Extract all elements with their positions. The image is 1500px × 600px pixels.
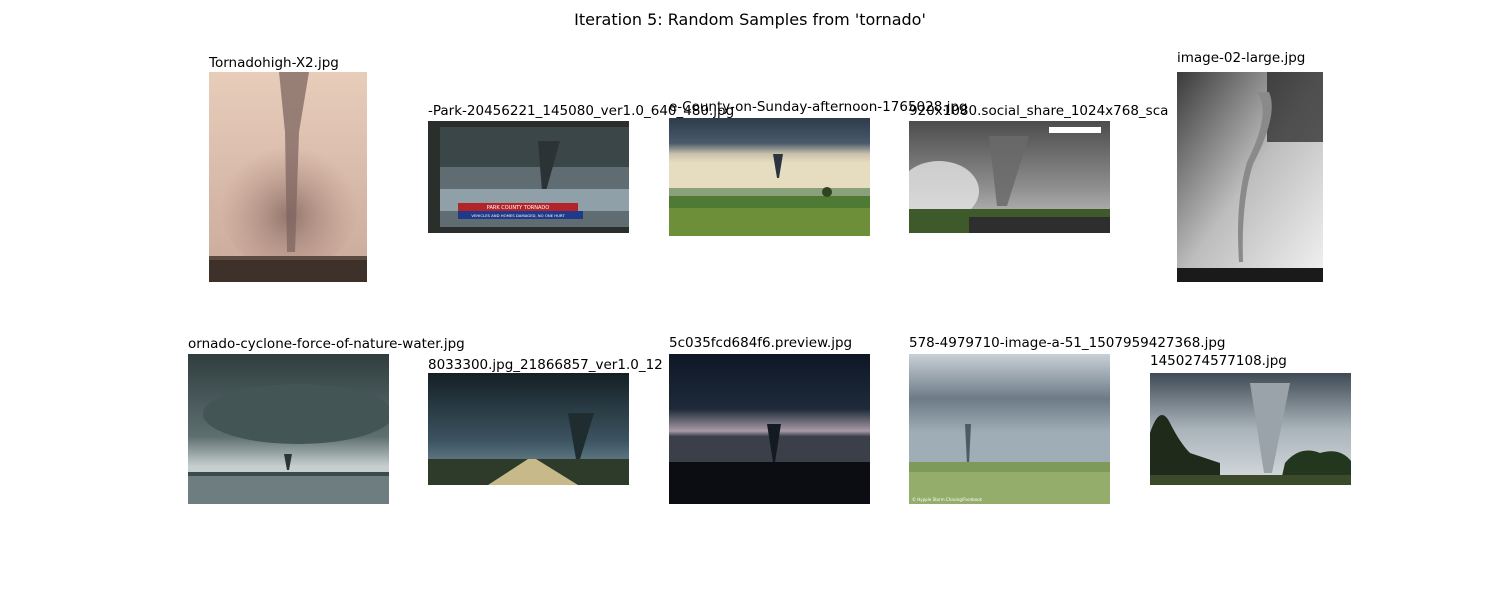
- sample-caption: 5c035fcd684f6.preview.jpg: [669, 335, 853, 351]
- sample-caption: image-02-large.jpg: [1177, 50, 1306, 66]
- tornado-photo: [209, 72, 367, 282]
- sample-caption: 920x1080.social_share_1024x768_sca: [909, 103, 1169, 119]
- sample-caption: 8033300.jpg_21866857_ver1.0_12: [428, 357, 663, 373]
- figure-title: Iteration 5: Random Samples from 'tornad…: [574, 10, 926, 29]
- sample-caption: Tornadohigh-X2.jpg: [209, 55, 339, 71]
- tornado-photo: © Hypple Storm Chasing/Facebook: [909, 354, 1110, 504]
- tornado-photo: [669, 354, 870, 504]
- tornado-photo: [1150, 373, 1351, 485]
- photo-credit-text: © Hypple Storm Chasing/Facebook: [912, 497, 983, 502]
- tornado-photo: PARK COUNTY TORNADO VEHICLES AND HOMES D…: [428, 121, 629, 233]
- sample-caption: 1450274577108.jpg: [1150, 353, 1287, 369]
- sample-caption: ornado-cyclone-force-of-nature-water.jpg: [188, 336, 465, 352]
- photo-overlay-text: PARK COUNTY TORNADO: [487, 205, 549, 211]
- tornado-photo: [909, 121, 1110, 233]
- photo-overlay-subtext: VEHICLES AND HOMES DAMAGED, NO ONE HURT: [471, 213, 565, 218]
- tornado-photo: [188, 354, 389, 504]
- tornado-photo: [1177, 72, 1323, 282]
- tornado-photo: [669, 118, 870, 236]
- tornado-photo: [428, 373, 629, 485]
- sample-caption: 578-4979710-image-a-51_1507959427368.jpg: [909, 335, 1226, 351]
